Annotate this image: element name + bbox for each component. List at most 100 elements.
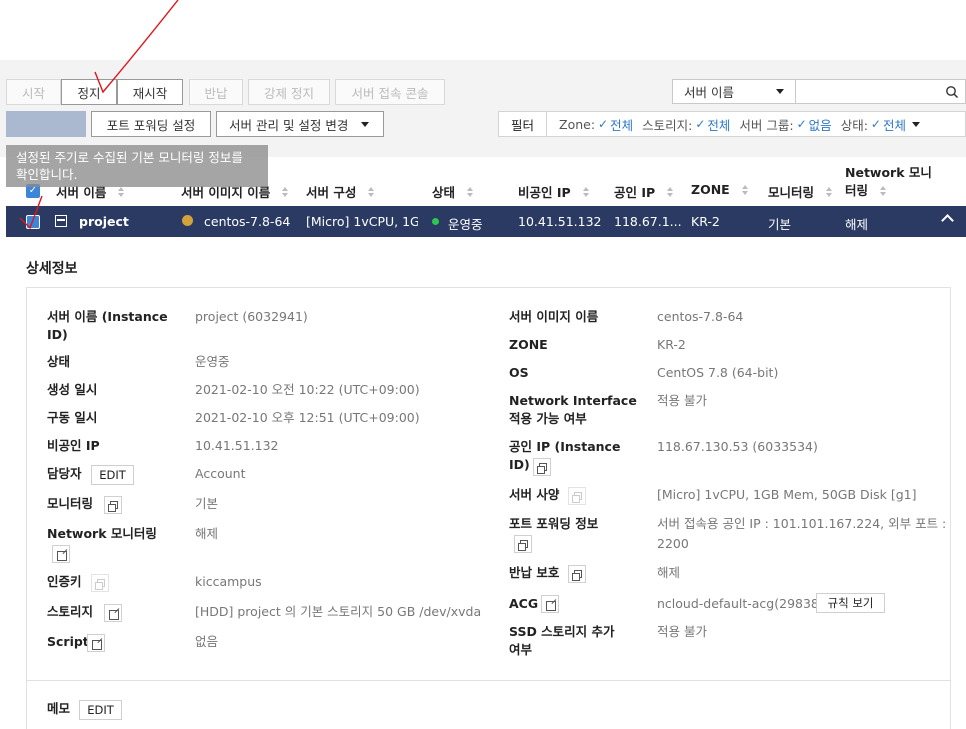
row-private-ip: 10.41.51.132 xyxy=(518,214,602,229)
popup-icon[interactable] xyxy=(514,535,532,553)
create-server-button[interactable] xyxy=(6,111,86,137)
centos-icon xyxy=(182,215,193,226)
manage-settings-dropdown[interactable]: 서버 관리 및 설정 변경 xyxy=(216,111,384,137)
external-link-icon[interactable] xyxy=(541,595,559,613)
owner-value: Account xyxy=(195,466,246,481)
public-ip-value: 118.67.130.53 (6033534) xyxy=(657,439,818,454)
started-label: 구동 일시 xyxy=(47,410,98,425)
storage-filter-key: 스토리지: xyxy=(642,117,693,133)
authkey-label: 인증키 xyxy=(47,574,82,589)
server-icon xyxy=(55,215,67,227)
popup-icon[interactable] xyxy=(568,565,586,583)
running-status-icon xyxy=(432,218,439,225)
authkey-value: kiccampus xyxy=(195,574,262,589)
tooltip-line-2: 확인합니다. xyxy=(16,167,78,182)
zone-filter-key: Zone: xyxy=(559,116,596,132)
started-value: 2021-02-10 오후 12:51 (UTC+09:00) xyxy=(195,410,420,425)
sort-icon xyxy=(741,184,748,195)
network-interface-value: 적용 불가 xyxy=(657,393,707,408)
status-filter-value: 전체 xyxy=(882,117,906,133)
filter-items[interactable]: Zone: ✓ 전체 스토리지: ✓ 전체 서버 그룹: ✓ 없음 상태: ✓ … xyxy=(547,115,920,134)
check-icon: ✓ xyxy=(695,117,706,131)
group-filter-value: 없음 xyxy=(808,117,832,133)
col-monitoring[interactable]: 모니터링 xyxy=(768,182,833,201)
toolbar-area xyxy=(0,60,966,157)
manage-settings-label: 서버 관리 및 설정 변경 xyxy=(229,117,349,133)
server-console-button[interactable]: 서버 접속 콘솔 xyxy=(335,79,445,105)
search-field-select[interactable]: 서버 이름 xyxy=(672,79,796,104)
status-label: 상태 xyxy=(47,354,71,369)
force-stop-button[interactable]: 강제 정지 xyxy=(248,79,330,105)
monitoring-label: 모니터링 xyxy=(47,496,94,511)
row-network-monitoring: 해제 xyxy=(845,217,869,232)
chevron-down-icon xyxy=(911,121,920,127)
search-input[interactable] xyxy=(796,79,966,104)
chevron-down-icon xyxy=(776,89,784,94)
created-value: 2021-02-10 오전 10:22 (UTC+09:00) xyxy=(195,382,420,397)
col-private-ip[interactable]: 비공인 IP xyxy=(518,182,589,201)
table-row[interactable]: project centos-7.8-64 [Micro] 1vCPU, 1G.… xyxy=(6,206,966,237)
detail-title: 상세정보 xyxy=(26,261,78,277)
return-protect-value: 해제 xyxy=(657,565,681,580)
filter-button[interactable]: 필터 xyxy=(499,112,547,136)
ssd-label: SSD 스토리지 추가 여부 xyxy=(509,624,615,657)
os-value: CentOS 7.8 (64-bit) xyxy=(657,365,779,380)
external-link-icon[interactable] xyxy=(104,604,122,622)
storage-label: 스토리지 xyxy=(47,604,94,619)
chevron-up-icon[interactable] xyxy=(941,214,954,227)
popup-icon[interactable] xyxy=(533,458,551,476)
sort-icon xyxy=(282,186,289,197)
popup-icon[interactable] xyxy=(568,487,586,505)
start-button[interactable]: 시작 xyxy=(6,79,61,105)
row-status: 운영중 xyxy=(448,217,483,232)
row-checkbox[interactable] xyxy=(26,215,40,229)
server-spec-value: [Micro] 1vCPU, 1GB Mem, 50GB Disk [g1] xyxy=(657,487,917,502)
view-rules-button[interactable]: 규칙 보기 xyxy=(816,593,885,613)
sort-icon xyxy=(826,186,833,197)
storage-value: [HDD] project 의 기본 스토리지 50 GB /dev/xvda xyxy=(195,604,482,619)
owner-edit-button[interactable]: EDIT xyxy=(91,465,134,485)
popup-icon[interactable] xyxy=(104,496,122,514)
private-ip-value: 10.41.51.132 xyxy=(195,438,279,453)
private-ip-label: 비공인 IP xyxy=(47,438,100,453)
col-zone[interactable]: ZONE xyxy=(691,182,748,197)
script-label: Script xyxy=(47,634,89,649)
sort-icon xyxy=(467,186,474,197)
zone-filter-value: 전체 xyxy=(610,117,634,133)
port-forwarding-value: 서버 접속용 공인 IP : 101.101.167.224, 외부 포트 :2… xyxy=(657,516,947,551)
public-ip-label: 공인 IP (Instance ID) xyxy=(509,439,621,472)
check-icon: ✓ xyxy=(796,117,807,131)
popup-icon[interactable] xyxy=(91,574,109,592)
return-protect-label: 반납 보호 xyxy=(509,565,560,580)
search-field-label: 서버 이름 xyxy=(684,85,734,100)
col-network-monitoring[interactable]: Network 모니 터링 xyxy=(845,164,932,200)
sort-icon xyxy=(368,186,375,197)
acg-value: ncloud-default-acg(298384) xyxy=(657,596,832,611)
memo-edit-button[interactable]: EDIT xyxy=(79,700,122,720)
restart-button[interactable]: 재시작 xyxy=(117,79,183,105)
filter-bar: 필터 Zone: ✓ 전체 스토리지: ✓ 전체 서버 그룹: ✓ 없음 상태:… xyxy=(498,111,966,137)
external-link-icon[interactable] xyxy=(87,634,105,652)
col-public-ip[interactable]: 공인 IP xyxy=(614,182,674,201)
row-image-name: centos-7.8-64 xyxy=(204,214,291,229)
return-button[interactable]: 반납 xyxy=(189,79,243,105)
server-spec-label: 서버 사양 xyxy=(509,487,560,502)
port-forwarding-button[interactable]: 포트 포워딩 설정 xyxy=(91,111,211,137)
check-icon: ✓ xyxy=(598,117,609,131)
image-value: centos-7.8-64 xyxy=(657,309,744,324)
search-icon[interactable] xyxy=(945,85,959,99)
col-server-spec[interactable]: 서버 구성 xyxy=(306,182,375,201)
memo-label: 메모 xyxy=(47,701,71,716)
monitoring-tooltip: 설정된 주기로 수집된 기본 모니터링 정보를 확인합니다. xyxy=(6,145,268,187)
col-status[interactable]: 상태 xyxy=(432,182,474,201)
monitoring-value: 기본 xyxy=(195,496,219,511)
stop-button[interactable]: 정지 xyxy=(61,79,117,105)
acg-label: ACG xyxy=(509,596,539,611)
script-value: 없음 xyxy=(195,634,219,649)
row-public-ip: 118.67.1... xyxy=(614,214,682,229)
zone-value: KR-2 xyxy=(657,337,686,352)
storage-filter-value: 전체 xyxy=(707,117,731,133)
sort-icon xyxy=(880,186,887,196)
external-link-icon[interactable] xyxy=(52,545,70,563)
sort-icon xyxy=(118,186,125,197)
